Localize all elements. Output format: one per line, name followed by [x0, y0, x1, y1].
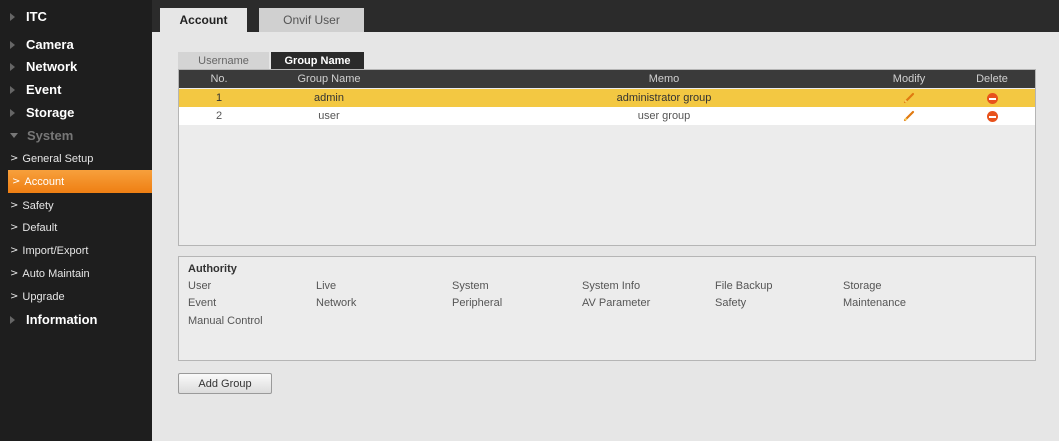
- triangle-right-icon: [10, 315, 15, 324]
- nav-item-label: Camera: [26, 37, 74, 52]
- nav-sub-label: Import/Export: [22, 244, 89, 257]
- nav-item-network[interactable]: Network: [0, 55, 152, 78]
- nav-item-label: Network: [26, 59, 78, 74]
- triangle-down-icon: [10, 133, 18, 138]
- chevron-right-icon: >: [10, 245, 19, 256]
- permission-storage: Storage: [843, 280, 882, 292]
- subtab-username[interactable]: Username: [178, 52, 269, 69]
- authority-panel: Authority User Live System System Info F…: [178, 256, 1036, 361]
- column-header-memo: Memo: [648, 73, 680, 85]
- permission-av-parameter: AV Parameter: [582, 297, 651, 309]
- nav-item-storage[interactable]: Storage: [0, 101, 152, 124]
- authority-title: Authority: [188, 263, 237, 275]
- add-group-button[interactable]: Add Group: [178, 373, 272, 394]
- nav-sub-label: Upgrade: [22, 290, 65, 303]
- cell-no: 2: [215, 110, 223, 122]
- nav-item-label: Information: [26, 312, 98, 327]
- nav-item-event[interactable]: Event: [0, 78, 152, 101]
- delete-icon: [986, 92, 998, 104]
- nav-sub-label: Account: [24, 175, 65, 188]
- chevron-right-icon: >: [10, 153, 19, 164]
- cell-group-name: admin: [314, 92, 344, 104]
- triangle-right-icon: [10, 108, 15, 117]
- nav-item-system[interactable]: System: [0, 124, 152, 147]
- permission-system-info: System Info: [582, 280, 641, 292]
- nav-item-label: System: [27, 128, 74, 143]
- nav-item-itc[interactable]: ITC: [0, 5, 152, 28]
- group-table: No. Group Name Memo Modify Delete 1 admi…: [178, 69, 1036, 246]
- nav-item-label: ITC: [26, 9, 47, 24]
- tab-bar: Account Onvif User: [152, 0, 1059, 32]
- permission-file-backup: File Backup: [715, 280, 773, 292]
- nav-item-camera[interactable]: Camera: [0, 33, 152, 56]
- nav-sub-safety[interactable]: > Safety: [0, 194, 152, 217]
- delete-icon: [986, 110, 998, 122]
- nav-sub-general-setup[interactable]: > General Setup: [0, 147, 152, 170]
- chevron-right-icon: >: [10, 200, 19, 211]
- nav-sub-auto-maintain[interactable]: > Auto Maintain: [0, 262, 152, 285]
- chevron-right-icon: >: [12, 176, 21, 187]
- cell-memo: user group: [637, 110, 691, 122]
- triangle-right-icon: [10, 40, 15, 49]
- triangle-right-icon: [10, 62, 15, 71]
- cell-group-name: user: [318, 110, 340, 122]
- subtab-group-name[interactable]: Group Name: [271, 52, 364, 69]
- nav-sub-account[interactable]: > Account: [8, 170, 152, 193]
- permission-event: Event: [188, 297, 217, 309]
- nav-sub-label: Safety: [22, 199, 54, 212]
- nav-item-label: Storage: [26, 105, 75, 120]
- tab-onvif-user[interactable]: Onvif User: [259, 8, 364, 32]
- modify-button[interactable]: [869, 107, 949, 125]
- column-header-delete: Delete: [976, 73, 1008, 85]
- triangle-right-icon: [10, 12, 15, 21]
- column-header-group-name: Group Name: [297, 73, 361, 85]
- column-header-no: No.: [210, 73, 228, 85]
- chevron-right-icon: >: [10, 268, 19, 279]
- tab-account[interactable]: Account: [160, 8, 247, 32]
- permission-maintenance: Maintenance: [843, 297, 906, 309]
- delete-button[interactable]: [949, 89, 1035, 107]
- nav-sub-default[interactable]: > Default: [0, 216, 152, 239]
- nav-item-information[interactable]: Information: [0, 308, 152, 331]
- nav-sub-import-export[interactable]: > Import/Export: [0, 239, 152, 262]
- chevron-right-icon: >: [10, 222, 19, 233]
- permission-live: Live: [316, 280, 337, 292]
- permission-safety: Safety: [715, 297, 747, 309]
- column-header-modify: Modify: [892, 73, 926, 85]
- nav-sub-label: Default: [22, 221, 58, 234]
- delete-button[interactable]: [949, 107, 1035, 125]
- triangle-right-icon: [10, 85, 15, 94]
- nav-sub-label: Auto Maintain: [22, 267, 90, 280]
- modify-button[interactable]: [869, 89, 949, 107]
- table-row[interactable]: 1 admin administrator group: [179, 89, 1035, 107]
- chevron-right-icon: >: [10, 291, 19, 302]
- permission-user: User: [188, 280, 212, 292]
- cell-memo: administrator group: [616, 92, 712, 104]
- permission-network: Network: [316, 297, 357, 309]
- cell-no: 1: [215, 92, 223, 104]
- permission-peripheral: Peripheral: [452, 297, 503, 309]
- nav-sub-label: General Setup: [22, 152, 94, 165]
- pencil-icon: [903, 92, 915, 104]
- table-row[interactable]: 2 user user group: [179, 107, 1035, 125]
- nav-sub-upgrade[interactable]: > Upgrade: [0, 285, 152, 308]
- permission-system: System: [452, 280, 489, 292]
- main-panel: Account Onvif User Username Group Name N…: [152, 0, 1059, 441]
- sidebar: ITC Camera Network Event Storage System …: [0, 0, 152, 441]
- permission-manual-control: Manual Control: [188, 315, 263, 327]
- table-header: No. Group Name Memo Modify Delete: [179, 70, 1035, 88]
- nav-item-label: Event: [26, 82, 62, 97]
- pencil-icon: [903, 110, 915, 122]
